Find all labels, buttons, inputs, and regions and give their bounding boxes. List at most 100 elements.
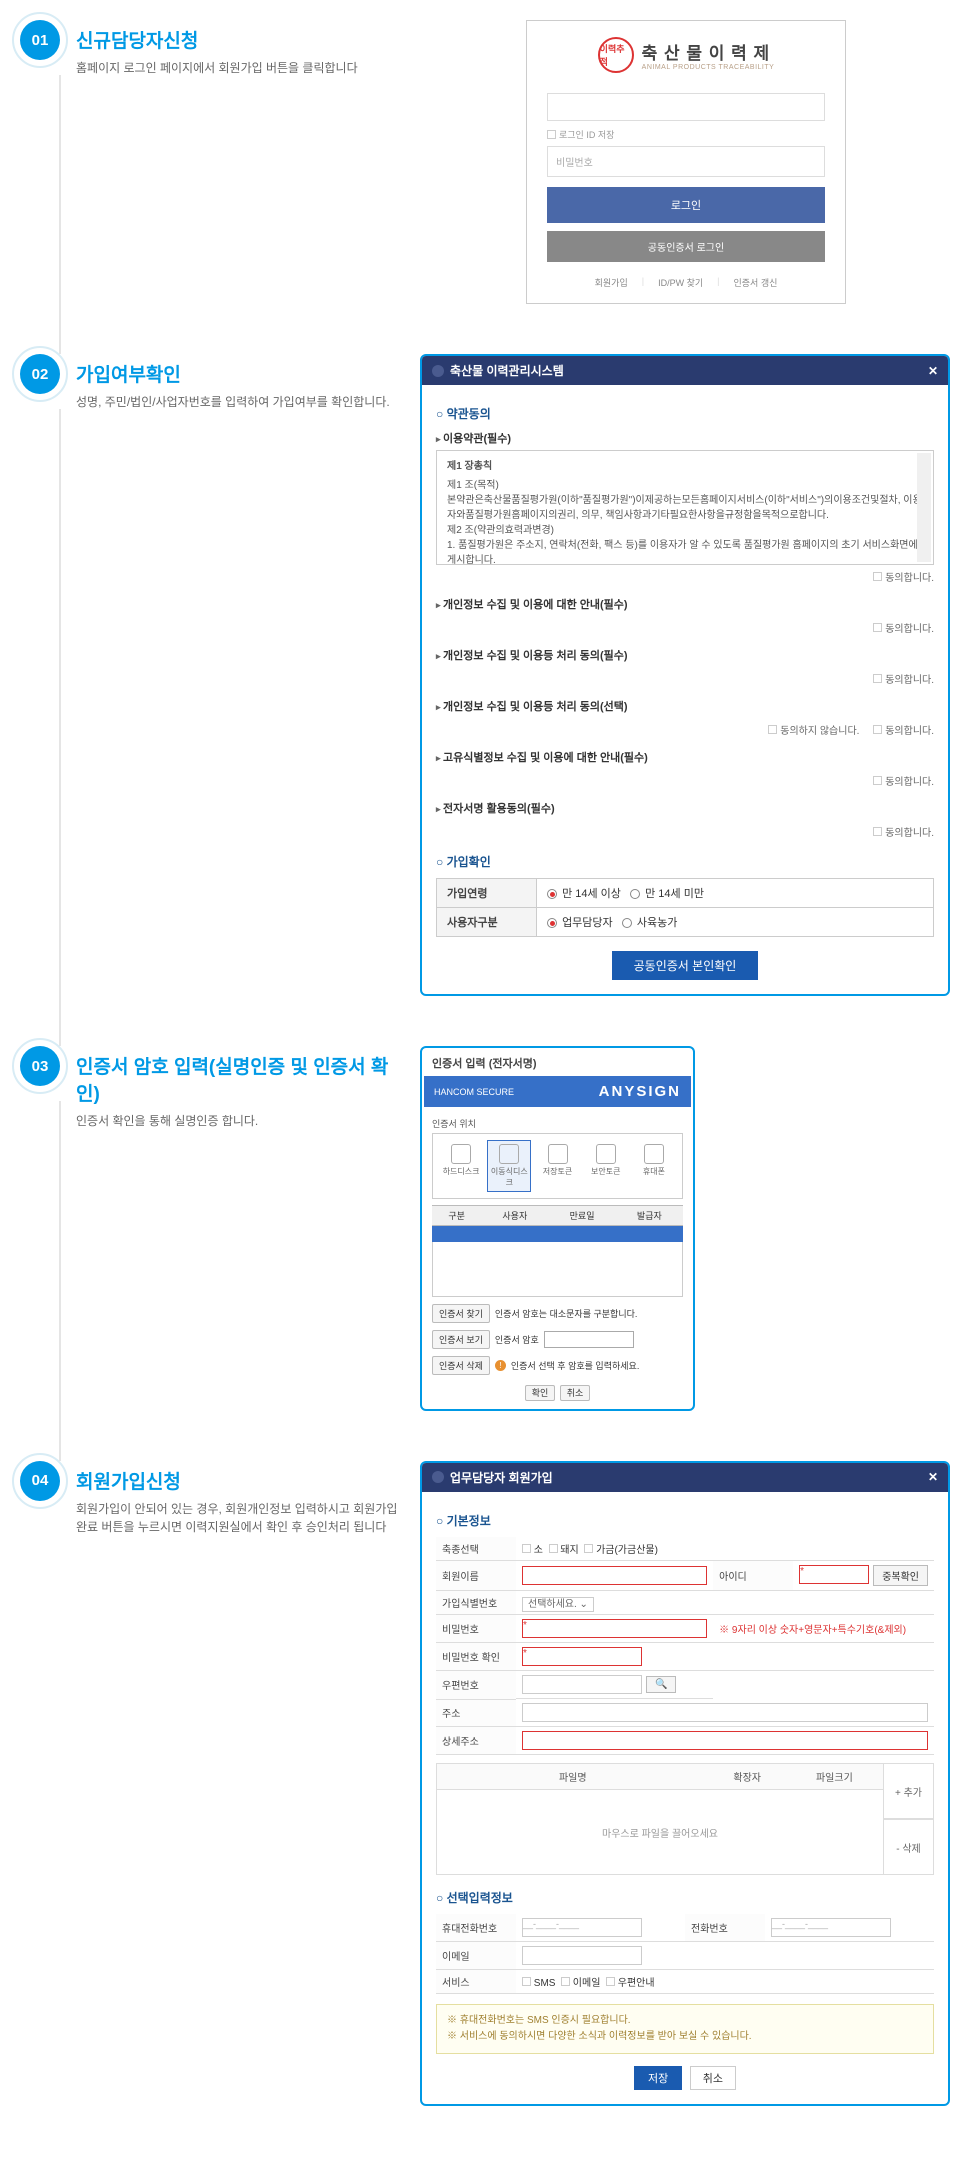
login-panel: 이력추적 축 산 물 이 력 제 ANIMAL PRODUCTS TRACEAB…: [526, 20, 846, 304]
zip-search-button[interactable]: 🔍: [646, 1676, 676, 1693]
step-number-1: 01: [20, 20, 60, 60]
agree-checkbox-2[interactable]: [873, 623, 882, 632]
usertype-staff-radio[interactable]: [547, 918, 557, 928]
terms-sub-privacy-required: 개인정보 수집 및 이용등 처리 동의(필수): [436, 647, 934, 663]
addr2-input[interactable]: [522, 1731, 928, 1750]
step-number-4: 04: [20, 1461, 60, 1501]
file-del-button[interactable]: - 삭제: [884, 1819, 934, 1875]
loc-harddisk[interactable]: 하드디스크: [439, 1140, 483, 1192]
save-button[interactable]: 저장: [634, 2066, 682, 2090]
agree-checkbox-6[interactable]: [873, 827, 882, 836]
species-pig-checkbox[interactable]: [549, 1544, 558, 1553]
terms-sub-esign: 전자서명 활용동의(필수): [436, 800, 934, 816]
step-desc-1: 홈페이지 로그인 페이지에서 회원가입 버튼을 클릭합니다: [76, 59, 358, 77]
step-desc-4: 회원가입이 안되어 있는 경우, 회원개인정보 입력하시고 회원가입 완료 버튼…: [76, 1500, 400, 1536]
cert-title: 인증서 입력 (전자서명): [424, 1050, 691, 1076]
zip-input[interactable]: [522, 1675, 642, 1694]
pw-confirm-input[interactable]: *: [522, 1647, 642, 1666]
step-desc-2: 성명, 주민/법인/사업자번호를 입력하여 가입여부를 확인합니다.: [76, 393, 390, 411]
login-id-input[interactable]: [547, 93, 825, 121]
age-over14-radio[interactable]: [547, 889, 557, 899]
regno-select[interactable]: 선택하세요. ⌄: [522, 1597, 594, 1612]
cert-pw-label: 인증서 암호: [495, 1333, 539, 1346]
signup-link[interactable]: 회원가입: [591, 276, 632, 289]
terms-panel: 축산물 이력관리시스템 ✕ 약관동의 이용약관(필수) 제1 장총칙 제1 조(목…: [420, 354, 950, 996]
usertype-farmer-radio[interactable]: [622, 918, 632, 928]
cancel-button[interactable]: 취소: [690, 2066, 736, 2090]
usertype-label: 사용자구분: [437, 908, 537, 937]
cert-brand-right: ANYSIGN: [599, 1083, 681, 1100]
age-under14-radio[interactable]: [630, 889, 640, 899]
terms-header-title: 축산물 이력관리시스템: [450, 362, 564, 379]
terms-section-agree: 약관동의: [436, 405, 934, 422]
terms-textarea[interactable]: 제1 장총칙 제1 조(목적) 본약관은축산물품질평가원(이하"품질평가원")이…: [436, 450, 934, 565]
cert-ok-button[interactable]: 확인: [525, 1385, 556, 1401]
cert-login-button[interactable]: 공동인증서 로그인: [547, 231, 825, 262]
cert-brand-left: HANCOM SECURE: [434, 1087, 514, 1097]
loc-storedtoken[interactable]: 저장토큰: [535, 1140, 579, 1192]
scrollbar[interactable]: [917, 453, 931, 562]
cert-list-table: 구분사용자만료일발급자: [432, 1205, 683, 1242]
mobile-input[interactable]: __-____-____: [522, 1918, 642, 1937]
duplicate-check-button[interactable]: 중복확인: [873, 1565, 928, 1586]
logo-subtitle: ANIMAL PRODUCTS TRACEABILITY: [642, 64, 775, 71]
addr-input[interactable]: [522, 1703, 928, 1722]
agree-checkbox-3[interactable]: [873, 674, 882, 683]
step-title-4: 회원가입신청: [76, 1467, 400, 1494]
find-idpw-link[interactable]: ID/PW 찾기: [654, 276, 707, 289]
cert-location-label: 인증서 위치: [432, 1117, 683, 1130]
step-title-3: 인증서 암호 입력(실명인증 및 인증서 확인): [76, 1052, 400, 1106]
step-title-2: 가입여부확인: [76, 360, 390, 387]
cert-pw-input[interactable]: [544, 1331, 634, 1348]
cert-list-row[interactable]: [432, 1226, 683, 1242]
svc-email-checkbox[interactable]: [561, 1977, 570, 1986]
email-input[interactable]: [522, 1946, 642, 1965]
save-id-label: 로그인 ID 저장: [559, 128, 614, 141]
form-section-basic: 기본정보: [436, 1512, 934, 1529]
form-header-title: 업무담당자 회원가입: [450, 1469, 553, 1486]
cert-note-select: 인증서 선택 후 암호를 입력하세요.: [511, 1359, 639, 1372]
agree-checkbox-4[interactable]: [873, 725, 882, 734]
step-desc-3: 인증서 확인을 통해 실명인증 합니다.: [76, 1112, 400, 1130]
cert-panel: 인증서 입력 (전자서명) HANCOM SECURE ANYSIGN 인증서 …: [420, 1046, 695, 1411]
tel-input[interactable]: __-____-____: [771, 1918, 891, 1937]
form-note-box: ※ 휴대전화번호는 SMS 인증시 필요합니다. ※ 서비스에 동의하시면 다양…: [436, 2004, 934, 2054]
save-id-checkbox[interactable]: [547, 130, 556, 139]
svc-sms-checkbox[interactable]: [522, 1977, 531, 1986]
terms-sub-uniqueid: 고유식별정보 수집 및 이용에 대한 안내(필수): [436, 749, 934, 765]
svc-mail-checkbox[interactable]: [606, 1977, 615, 1986]
cert-delete-button[interactable]: 인증서 삭제: [432, 1356, 490, 1375]
species-poultry-checkbox[interactable]: [584, 1544, 593, 1553]
pw-hint: ※ 9자리 이상 숫자+영문자+특수기호(&제외): [713, 1615, 934, 1643]
terms-sub-usage: 이용약관(필수): [436, 430, 934, 446]
age-label: 가입연령: [437, 879, 537, 908]
logo-icon: 이력추적: [598, 37, 634, 73]
step-number-3: 03: [20, 1046, 60, 1086]
file-add-button[interactable]: + 추가: [884, 1763, 934, 1819]
cert-renew-link[interactable]: 인증서 갱신: [729, 276, 781, 289]
close-icon[interactable]: ✕: [928, 1470, 938, 1484]
terms-section-confirm: 가입확인: [436, 853, 934, 870]
logo-title: 축 산 물 이 력 제: [642, 39, 775, 64]
loc-securetoken[interactable]: 보안토큰: [584, 1140, 628, 1192]
agree-checkbox-5[interactable]: [873, 776, 882, 785]
cert-view-button[interactable]: 인증서 보기: [432, 1330, 490, 1349]
cert-cancel-button[interactable]: 취소: [560, 1385, 591, 1401]
agree-checkbox-1[interactable]: [873, 572, 882, 581]
id-input[interactable]: *: [799, 1565, 869, 1584]
file-drop-area[interactable]: 마우스로 파일을 끌어오세요: [436, 1790, 884, 1875]
cert-find-button[interactable]: 인증서 찾기: [432, 1304, 490, 1323]
close-icon[interactable]: ✕: [928, 364, 938, 378]
loc-mobile[interactable]: 휴대폰: [632, 1140, 676, 1192]
login-pw-input[interactable]: 비밀번호: [547, 146, 825, 177]
terms-sub-privacy-notice: 개인정보 수집 및 이용에 대한 안내(필수): [436, 596, 934, 612]
login-button[interactable]: 로그인: [547, 187, 825, 223]
disagree-checkbox-4[interactable]: [768, 725, 777, 734]
pw-input[interactable]: *: [522, 1619, 707, 1638]
name-input[interactable]: [522, 1566, 707, 1585]
loc-removable[interactable]: 이동식디스크: [487, 1140, 531, 1192]
cert-note-case: 인증서 암호는 대소문자를 구분합니다.: [495, 1307, 637, 1320]
species-cow-checkbox[interactable]: [522, 1544, 531, 1553]
form-section-optional: 선택입력정보: [436, 1889, 934, 1906]
cert-confirm-button[interactable]: 공동인증서 본인확인: [612, 951, 759, 980]
